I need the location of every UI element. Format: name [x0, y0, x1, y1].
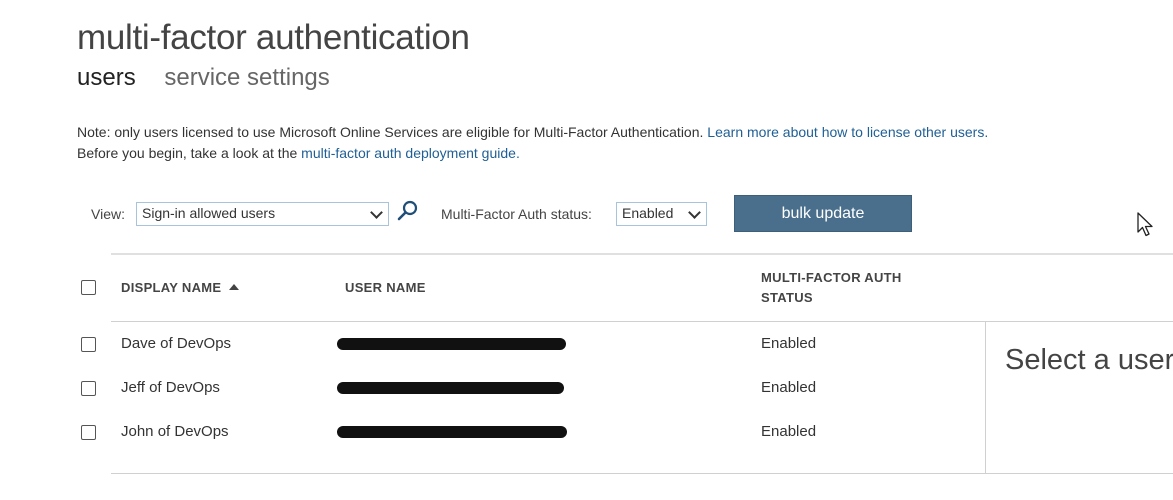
column-header-mfa-status-line2: STATUS — [761, 290, 813, 305]
note-text-1: Note: only users licensed to use Microso… — [77, 124, 704, 140]
tab-users[interactable]: users — [77, 64, 136, 92]
license-note: Note: only users licensed to use Microso… — [77, 122, 988, 164]
license-help-link[interactable]: Learn more about how to license other us… — [707, 124, 988, 140]
column-header-display-name-label: DISPLAY NAME — [121, 280, 222, 295]
redacted-user-name — [337, 382, 564, 394]
redacted-user-name — [337, 338, 566, 350]
toolbar: View: Sign-in allowed users Multi-Factor… — [91, 195, 1091, 233]
redacted-user-name — [337, 426, 567, 438]
mfa-status-cell: Enabled — [761, 423, 817, 440]
view-select[interactable]: Sign-in allowed users — [136, 202, 389, 226]
sort-ascending-icon — [229, 284, 240, 290]
mfa-status-cell: Enabled — [761, 379, 817, 396]
bulk-update-button[interactable]: bulk update — [734, 195, 912, 232]
tab-bar: users service settings — [77, 64, 352, 92]
mfa-status-label: Multi-Factor Auth status: — [441, 206, 592, 222]
detail-panel-divider — [985, 322, 986, 473]
row-checkbox[interactable] — [81, 337, 96, 352]
table-bottom-divider — [111, 473, 1173, 474]
view-select-value: Sign-in allowed users — [142, 205, 276, 221]
mfa-status-select[interactable]: Enabled — [616, 202, 707, 226]
select-all-checkbox[interactable] — [81, 280, 96, 295]
chevron-down-icon — [688, 206, 701, 219]
mouse-cursor-icon — [1137, 212, 1155, 243]
row-checkbox[interactable] — [81, 425, 96, 440]
table-top-divider — [111, 253, 1173, 255]
search-icon[interactable] — [397, 200, 419, 227]
mfa-status-cell: Enabled — [761, 335, 817, 352]
mfa-status-select-value: Enabled — [622, 205, 674, 221]
display-name-cell: Jeff of DevOps — [121, 379, 220, 396]
detail-panel-title: Select a user — [1005, 344, 1173, 376]
column-header-display-name[interactable]: DISPLAY NAME — [121, 278, 240, 298]
chevron-down-icon — [370, 206, 383, 219]
column-header-mfa-status-line1: MULTI-FACTOR AUTH — [761, 270, 902, 285]
display-name-cell: John of DevOps — [121, 423, 229, 440]
column-header-mfa-status[interactable]: MULTI-FACTOR AUTH STATUS — [761, 268, 902, 308]
row-checkbox[interactable] — [81, 381, 96, 396]
note-text-2: Before you begin, take a look at the — [77, 145, 298, 161]
view-label: View: — [91, 206, 125, 222]
deployment-guide-link[interactable]: multi-factor auth deployment guide. — [301, 145, 520, 161]
mfa-page: multi-factor authentication users servic… — [0, 0, 1173, 500]
column-header-user-name[interactable]: USER NAME — [345, 278, 426, 298]
display-name-cell: Dave of DevOps — [121, 335, 232, 352]
page-title: multi-factor authentication — [77, 18, 470, 57]
tab-service-settings[interactable]: service settings — [164, 64, 329, 92]
table-header-divider — [111, 321, 1173, 322]
